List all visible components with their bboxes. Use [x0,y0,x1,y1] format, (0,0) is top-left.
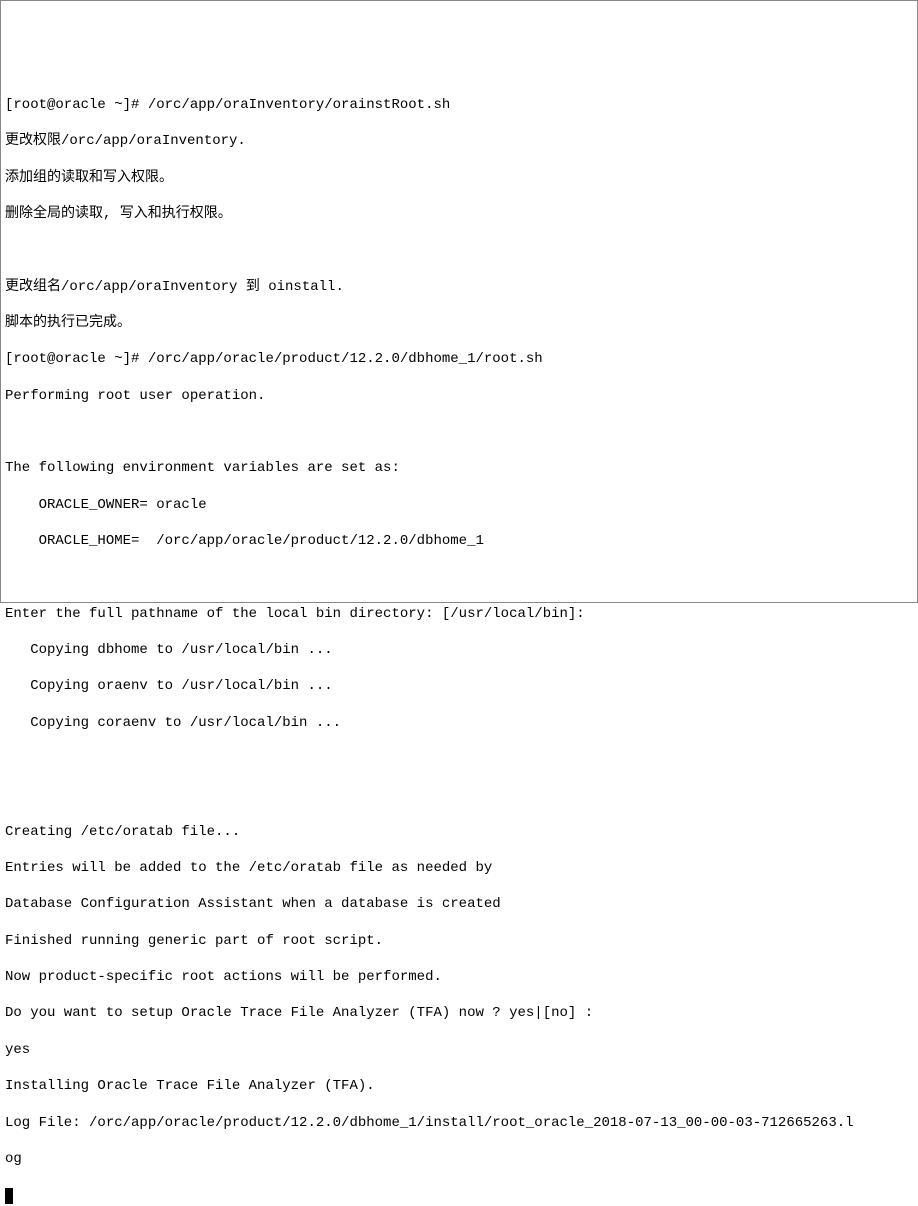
terminal-cursor [5,1188,13,1204]
output-line: Creating /etc/oratab file... [5,823,913,841]
output-line: Entries will be added to the /etc/oratab… [5,859,913,877]
prompt-line[interactable]: [root@oracle ~]# /orc/app/oraInventory/o… [5,96,913,114]
output-line: Database Configuration Assistant when a … [5,895,913,913]
output-line: Log File: /orc/app/oracle/product/12.2.0… [5,1114,913,1132]
output-line: og [5,1150,913,1168]
output-line: ORACLE_HOME= /orc/app/oracle/product/12.… [5,532,913,550]
terminal-output: [root@oracle ~]# /orc/app/oraInventory/o… [5,78,913,1206]
output-line: Finished running generic part of root sc… [5,932,913,950]
output-line: Copying coraenv to /usr/local/bin ... [5,714,913,732]
output-line: 更改权限/orc/app/oraInventory. [5,132,913,150]
user-input-line[interactable]: yes [5,1041,913,1059]
prompt-line[interactable]: [root@oracle ~]# /orc/app/oracle/product… [5,350,913,368]
output-line: 删除全局的读取, 写入和执行权限。 [5,205,913,223]
output-line: Now product-specific root actions will b… [5,968,913,986]
output-line: 添加组的读取和写入权限。 [5,169,913,187]
output-line: Enter the full pathname of the local bin… [5,605,913,623]
output-line: Do you want to setup Oracle Trace File A… [5,1004,913,1022]
cursor-line[interactable] [5,1186,913,1204]
blank-line [5,786,913,804]
output-line: 更改组名/orc/app/oraInventory 到 oinstall. [5,278,913,296]
output-line: Installing Oracle Trace File Analyzer (T… [5,1077,913,1095]
output-line: Copying dbhome to /usr/local/bin ... [5,641,913,659]
output-line: The following environment variables are … [5,459,913,477]
output-line: Copying oraenv to /usr/local/bin ... [5,677,913,695]
output-line: 脚本的执行已完成。 [5,314,913,332]
blank-line [5,241,913,259]
blank-line [5,750,913,768]
blank-line [5,568,913,586]
output-line: ORACLE_OWNER= oracle [5,496,913,514]
blank-line [5,423,913,441]
output-line: Performing root user operation. [5,387,913,405]
